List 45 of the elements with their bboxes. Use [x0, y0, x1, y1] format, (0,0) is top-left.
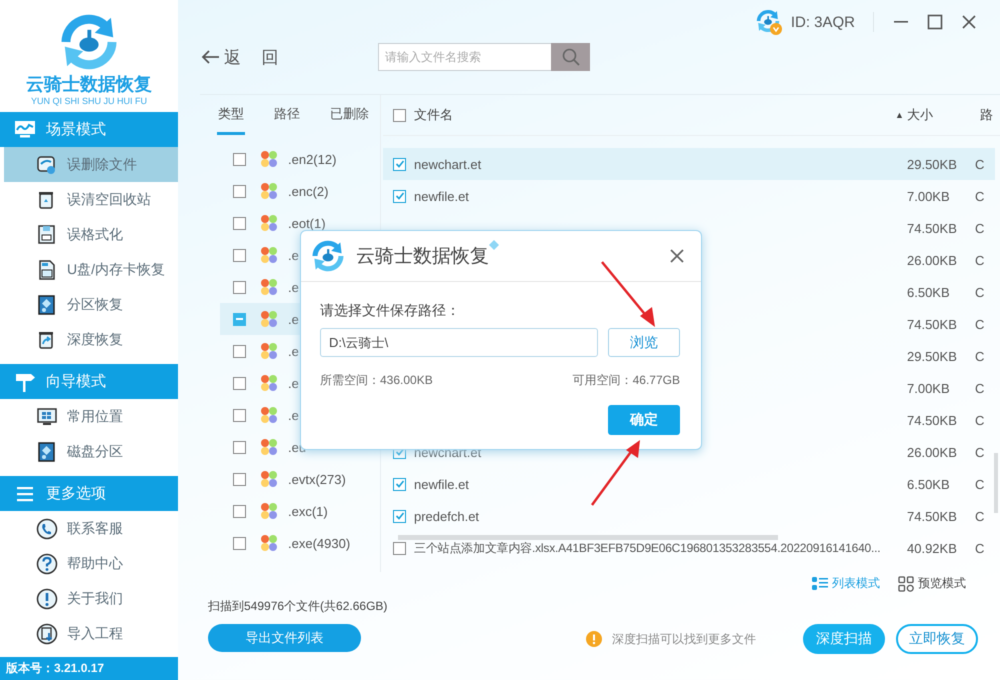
logo-subtitle: YUN QI SHI SHU JU HUI FU — [30, 96, 147, 106]
scan-summary: 扫描到549976个文件(共62.66GB) — [208, 598, 388, 615]
table-cell-text: 29.50KB — [906, 348, 958, 364]
table-cell-text: 7.00KB — [906, 380, 951, 396]
table-cell-text: 74.50KB — [906, 220, 958, 236]
table-cell-text: C — [975, 188, 986, 204]
table-cell-text: newchart.et — [414, 156, 482, 172]
logo-title: 云骑士数据恢复 — [26, 73, 152, 96]
table-cell-text: 6.50KB — [906, 284, 951, 300]
prompt-label: 请选择文件保存路径： — [320, 302, 461, 320]
table-cell-text: C — [975, 284, 986, 300]
table-cell-text: C — [975, 476, 986, 492]
available-space: 可用空间：46.77GB — [572, 372, 680, 389]
table-cell-text: C — [975, 220, 986, 236]
section-title: 向导模式 — [46, 372, 106, 391]
table-cell-text: 26.00KB — [906, 444, 958, 460]
dialog-title: 云骑士数据恢复 — [356, 245, 489, 269]
section-title: 场景模式 — [46, 120, 106, 139]
table-cell-text: C — [975, 316, 986, 332]
table-cell-text: 29.50KB — [906, 156, 958, 172]
table-cell-text: 74.50KB — [906, 412, 958, 428]
section-title: 更多选项 — [46, 484, 106, 503]
table-cell-text: newfile.et — [414, 188, 470, 204]
table-cell-text: predefch.et — [414, 508, 480, 524]
account-id: ID: 3AQR — [790, 14, 855, 30]
version-label: 版本号：3.21.0.17 — [0, 657, 178, 680]
table-cell-text: C — [975, 540, 986, 556]
table-cell-text: C — [975, 380, 986, 396]
table-cell-text: newfile.et — [414, 476, 470, 492]
table-cell-text: C — [975, 412, 986, 428]
hint-text: 深度扫描可以找到更多文件 — [612, 630, 756, 648]
table-cell-text: 三个站点添加文章内容.xlsx.A41BF3EFB75D9E06C196801353283554.20220916141640... — [414, 540, 882, 556]
table-cell-text: C — [975, 348, 986, 364]
table-cell-text: C — [975, 444, 986, 460]
table-cell-text: 74.50KB — [906, 316, 958, 332]
table-cell-text: C — [975, 156, 986, 172]
table-cell-text: 26.00KB — [906, 252, 958, 268]
table-cell-text: 7.00KB — [906, 188, 951, 204]
table-cell-text: C — [975, 252, 986, 268]
table-cell-text: 6.50KB — [906, 476, 951, 492]
table-cell-text: 40.92KB — [906, 540, 958, 556]
table-cell-text: 74.50KB — [906, 508, 958, 524]
table-cell-text: newchart.et — [414, 444, 482, 460]
required-space: 所需空间：436.00KB — [320, 372, 433, 389]
table-cell-text: C — [975, 508, 986, 524]
